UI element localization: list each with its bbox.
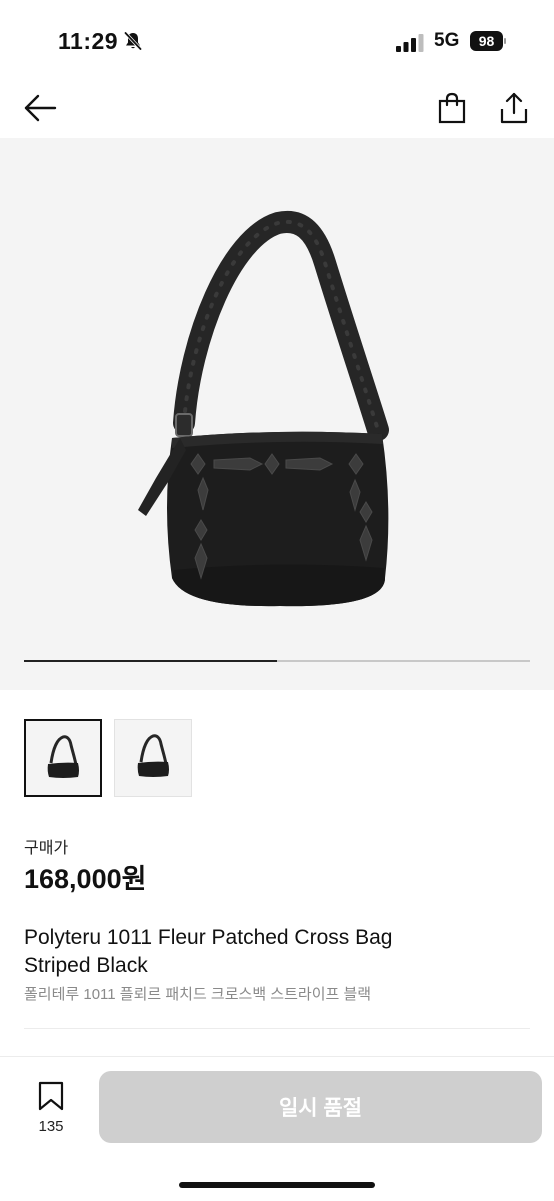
network-label: 5G xyxy=(434,30,460,51)
product-image xyxy=(138,210,389,607)
status-time: 11:29 xyxy=(58,28,119,54)
product-title-korean: 폴리테루 1011 플뢰르 패치드 크로스백 스트라이프 블랙 xyxy=(24,986,372,1003)
battery-tip xyxy=(504,38,506,44)
product-price: 168,000원 xyxy=(24,864,147,894)
thumbnail-image xyxy=(47,735,79,778)
carousel-progress-fill xyxy=(24,660,277,662)
bottom-action-bar: 135 일시 품절 xyxy=(0,1056,554,1201)
shopping-bag-icon xyxy=(438,92,466,124)
bell-slash-icon xyxy=(122,30,144,52)
status-bar: 11:29 5G 98 xyxy=(0,0,554,80)
battery-level: 98 xyxy=(470,31,503,51)
wishlist-button[interactable]: 135 xyxy=(24,1081,78,1135)
product-title-line-2: Striped Black xyxy=(24,954,148,977)
home-indicator xyxy=(179,1182,375,1188)
battery-icon: 98 xyxy=(470,31,506,51)
divider xyxy=(24,1028,530,1029)
product-title: Polyteru 1011 Fleur Patched Cross Bag St… xyxy=(24,924,524,980)
carousel-progress-track xyxy=(24,660,530,662)
thumbnail-strip xyxy=(24,719,192,799)
top-navigation xyxy=(0,80,554,136)
signal-icon xyxy=(396,34,426,52)
thumbnail-1[interactable] xyxy=(24,719,102,797)
thumbnail-image xyxy=(137,734,169,777)
product-title-line-1: Polyteru 1011 Fleur Patched Cross Bag xyxy=(24,926,393,949)
share-button[interactable] xyxy=(494,88,534,128)
price-label: 구매가 xyxy=(24,840,69,857)
shopping-bag-button[interactable] xyxy=(432,88,472,128)
thumbnail-2[interactable] xyxy=(114,719,192,797)
sold-out-button[interactable]: 일시 품절 xyxy=(99,1071,542,1143)
product-image-carousel[interactable] xyxy=(0,138,554,690)
arrow-left-icon xyxy=(24,94,57,122)
share-icon xyxy=(500,92,528,124)
wishlist-count: 135 xyxy=(38,1118,64,1135)
bookmark-icon xyxy=(38,1081,64,1111)
back-button[interactable] xyxy=(20,88,60,128)
